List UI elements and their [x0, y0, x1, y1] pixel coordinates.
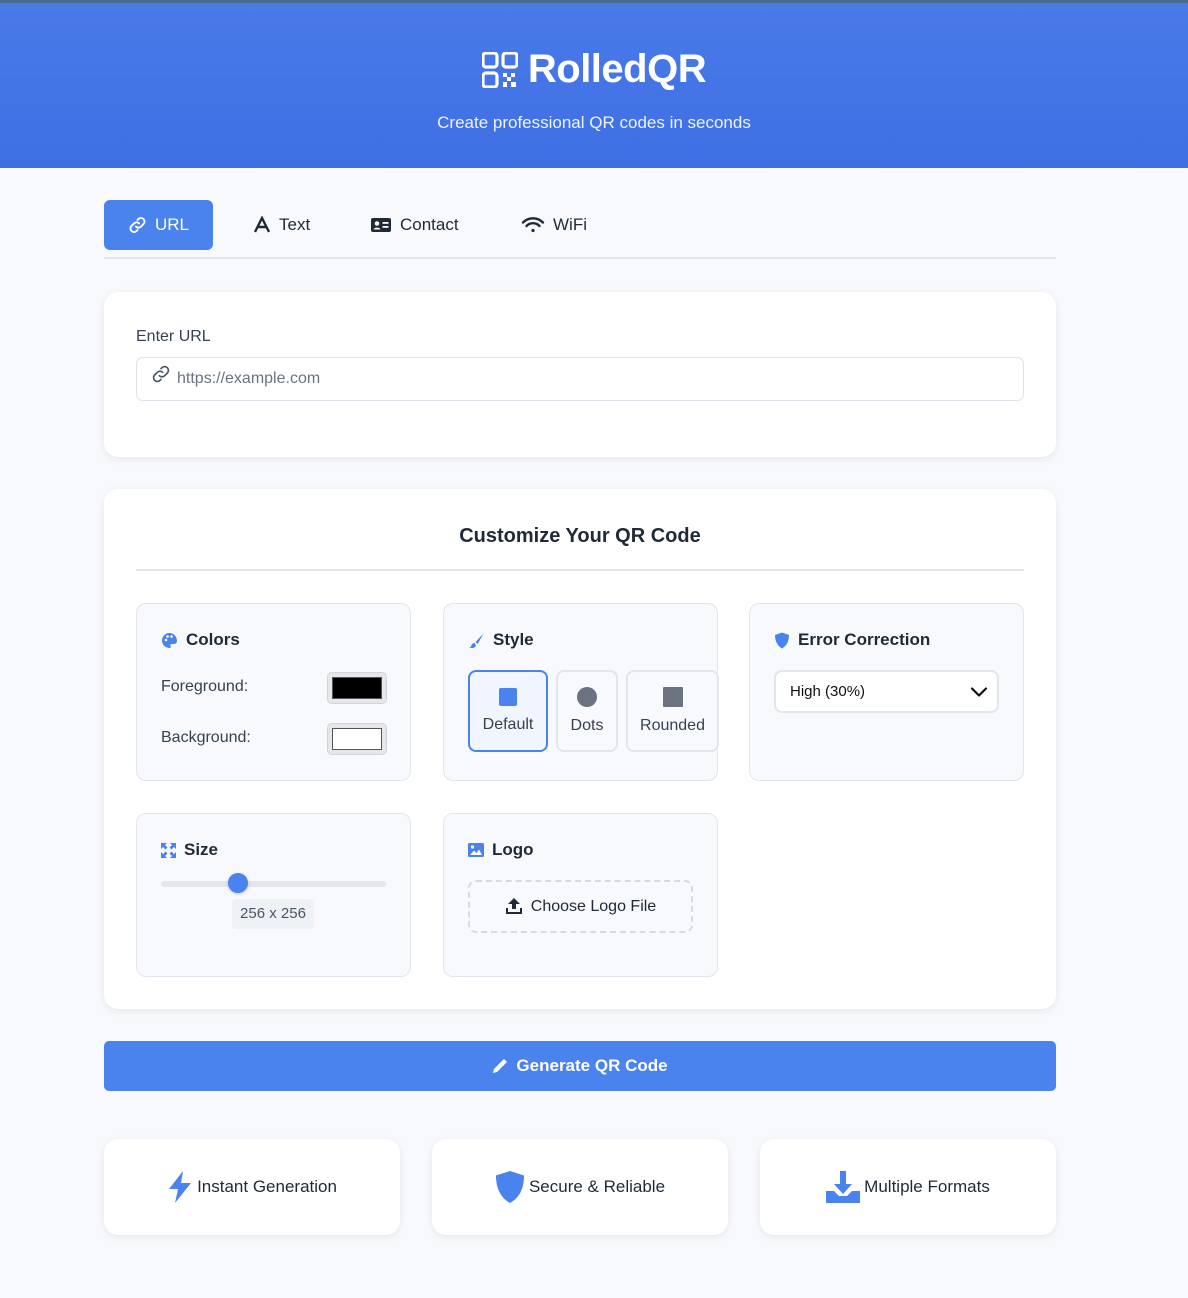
feature-instant-generation: Instant Generation: [104, 1139, 400, 1235]
download-icon: [826, 1171, 861, 1203]
tab-contact[interactable]: Contact: [346, 200, 483, 250]
url-input[interactable]: [177, 358, 1007, 400]
choose-logo-button[interactable]: Choose Logo File: [468, 880, 693, 933]
logo-heading: Logo: [468, 840, 534, 860]
style-option-default[interactable]: Default: [468, 670, 548, 752]
choose-logo-label: Choose Logo File: [530, 897, 657, 915]
url-label: Enter URL: [136, 328, 211, 345]
style-option-label: Dots: [570, 717, 604, 734]
foreground-color-picker[interactable]: [327, 672, 387, 704]
style-heading: Style: [468, 630, 534, 650]
brand: RolledQR: [0, 47, 1188, 92]
style-panel: Style Default Dots Rounded: [443, 603, 719, 781]
feature-multiple-formats: Multiple Formats: [760, 1139, 1056, 1235]
wifi-icon: [521, 217, 545, 233]
colors-panel: Colors Foreground: Background:: [136, 603, 411, 781]
tagline: Create professional QR codes in seconds: [437, 113, 751, 132]
error-correction-select[interactable]: High (30%): [774, 670, 999, 713]
background-color-picker[interactable]: [327, 723, 387, 755]
foreground-color-swatch: [332, 677, 382, 699]
id-card-icon: [371, 218, 391, 232]
url-input-wrapper: [136, 357, 1024, 401]
generate-qr-button[interactable]: Generate QR Code: [104, 1041, 1056, 1091]
tab-wifi-label: WiFi: [553, 215, 587, 234]
size-value-badge: 256 x 256: [232, 899, 314, 929]
pencil-icon: [493, 1059, 508, 1073]
image-icon: [468, 843, 484, 857]
generate-qr-label: Generate QR Code: [516, 1056, 668, 1075]
expand-icon: [161, 842, 176, 858]
style-option-label: Default: [482, 716, 534, 733]
qrcode-icon: [481, 51, 518, 88]
page-header: RolledQR Create professional QR codes in…: [0, 3, 1188, 168]
chevron-down-icon: [970, 687, 988, 697]
upload-icon: [505, 898, 522, 914]
shield-icon: [495, 1171, 524, 1203]
rounded-square-icon: [662, 687, 683, 707]
square-icon: [499, 688, 517, 706]
customize-card: Customize Your QR Code Colors Foreground…: [104, 489, 1056, 1009]
size-heading-label: Size: [184, 840, 219, 859]
tab-wifi[interactable]: WiFi: [497, 200, 611, 250]
url-input-card: Enter URL: [104, 292, 1056, 457]
bolt-icon: [169, 1171, 192, 1203]
background-color-swatch: [332, 728, 382, 750]
divider: [136, 569, 1024, 571]
colors-heading-label: Colors: [186, 630, 240, 649]
input-type-tabs: URL Text Contact WiFi: [104, 200, 1056, 259]
circle-icon: [577, 687, 597, 707]
logo-panel: Logo Choose Logo File: [443, 813, 718, 977]
palette-icon: [162, 632, 177, 648]
size-heading: Size: [161, 840, 218, 860]
app-title: RolledQR: [527, 47, 707, 91]
style-heading-label: Style: [493, 630, 534, 649]
logo-heading-label: Logo: [492, 840, 534, 859]
shield-icon: [775, 632, 789, 648]
error-correction-heading-label: Error Correction: [798, 630, 931, 649]
brush-icon: [469, 633, 484, 648]
link-icon: [151, 364, 171, 389]
feature-label: Instant Generation: [197, 1177, 337, 1196]
tab-url-label: URL: [154, 215, 189, 234]
font-icon: [253, 216, 271, 233]
link-icon: [129, 217, 146, 233]
size-panel: Size 256 x 256: [136, 813, 411, 977]
foreground-label: Foreground:: [161, 678, 249, 695]
style-option-dots[interactable]: Dots: [556, 670, 618, 752]
tab-contact-label: Contact: [400, 215, 459, 234]
error-correction-heading: Error Correction: [774, 630, 930, 650]
background-label: Background:: [161, 729, 251, 746]
error-correction-panel: Error Correction High (30%): [749, 603, 1024, 781]
tab-text-label: Text: [279, 215, 311, 234]
size-slider-thumb[interactable]: [227, 873, 248, 893]
style-option-label: Rounded: [640, 717, 705, 734]
customize-title: Customize Your QR Code: [459, 525, 701, 547]
tab-text[interactable]: Text: [229, 200, 334, 250]
error-correction-value: High (30%): [790, 683, 866, 700]
colors-heading: Colors: [161, 630, 240, 650]
feature-secure-reliable: Secure & Reliable: [432, 1139, 728, 1235]
feature-label: Multiple Formats: [864, 1177, 990, 1196]
size-slider-track[interactable]: [161, 881, 386, 887]
style-option-rounded[interactable]: Rounded: [626, 670, 719, 752]
feature-label: Secure & Reliable: [528, 1177, 666, 1196]
tab-url[interactable]: URL: [104, 200, 213, 250]
